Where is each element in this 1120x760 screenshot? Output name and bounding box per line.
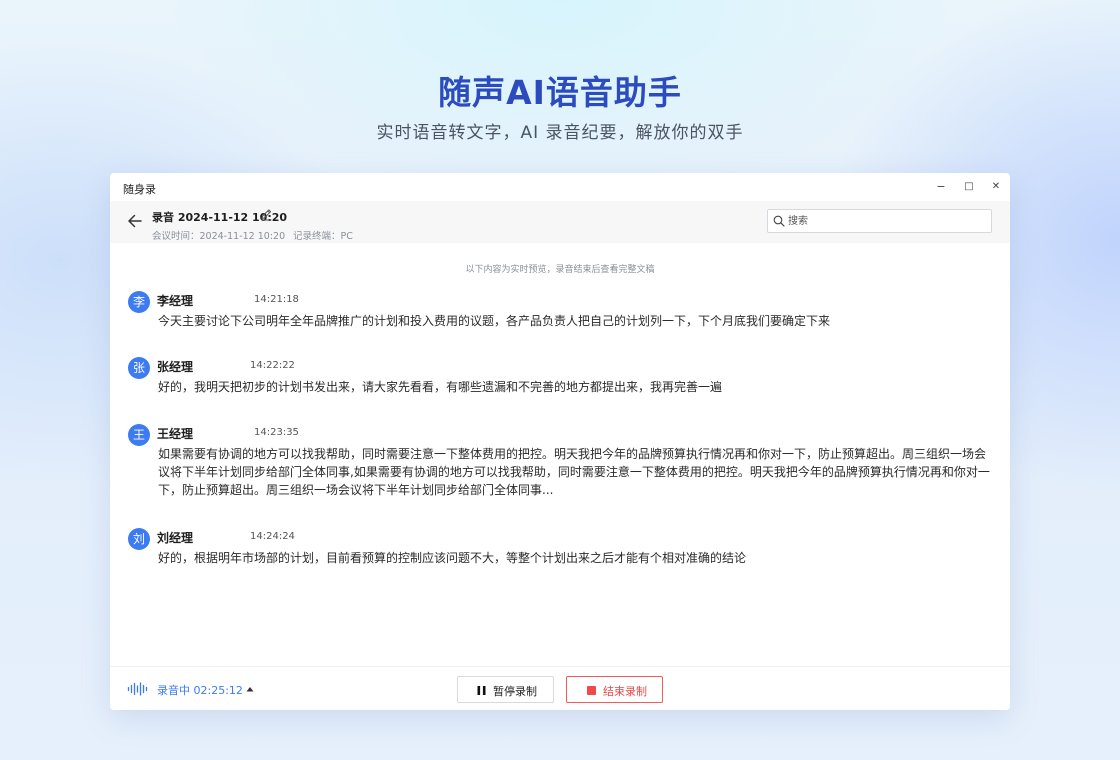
app-name: 随身录 — [123, 183, 156, 196]
transcript-message: 张 张经理 14:22:22 好的，我明天把初步的计划书发出来，请大家先看看，有… — [128, 357, 998, 397]
close-button[interactable]: ✕ — [988, 179, 1004, 195]
pause-recording-button[interactable]: 暂停录制 — [457, 676, 554, 703]
avatar: 李 — [128, 291, 150, 313]
message-text: 如果需要有协调的地方可以找我帮助，同时需要注意一下整体费用的把控。明天我把今年的… — [158, 447, 990, 497]
avatar: 王 — [128, 424, 150, 446]
pause-icon — [477, 686, 486, 695]
message-timestamp: 14:21:18 — [254, 294, 299, 305]
message-timestamp: 14:23:35 — [254, 427, 299, 438]
speaker-name: 刘经理 — [157, 531, 194, 545]
message-timestamp: 14:22:22 — [250, 360, 295, 371]
transcript-message: 李 李经理 14:21:18 今天主要讨论下公司明年全年品牌推广的计划和投入费用… — [128, 291, 998, 331]
message-text: 好的，我明天把初步的计划书发出来，请大家先看看，有哪些遗漏和不完善的地方都提出来… — [158, 380, 723, 394]
recording-device: 记录终端：PC — [293, 231, 353, 242]
transcript-message: 刘 刘经理 14:24:24 好的，根据明年市场部的计划，目前看预算的控制应该问… — [128, 528, 998, 568]
preview-notice: 以下内容为实时预览，录音结束后查看完整文稿 — [465, 265, 655, 275]
title-bar: 随身录 − □ ✕ — [110, 173, 1010, 201]
back-arrow-icon[interactable] — [126, 212, 144, 230]
hero-subtitle: 实时语音转文字，AI 录音纪要，解放你的双手 — [376, 123, 744, 143]
search-icon — [773, 215, 785, 227]
stop-label: 结束录制 — [603, 685, 647, 698]
transcript-message: 王 王经理 14:23:35 如果需要有协调的地方可以找我帮助，同时需要注意一下… — [128, 424, 998, 500]
pause-label: 暂停录制 — [493, 685, 537, 698]
maximize-button[interactable]: □ — [961, 179, 977, 195]
recording-footer: 录音中 02:25:12 暂停录制 结束录制 — [110, 666, 1010, 710]
speaker-name: 张经理 — [157, 360, 194, 374]
search-box[interactable] — [767, 209, 992, 233]
app-window: 随身录 − □ ✕ 录音 2024-11-12 10:20 会议时间：2024-… — [110, 173, 1010, 710]
message-timestamp: 14:24:24 — [250, 531, 295, 542]
recording-status: 录音中 02:25:12 — [157, 684, 243, 697]
message-text: 好的，根据明年市场部的计划，目前看预算的控制应该问题不大，等整个计划出来之后才能… — [158, 551, 747, 565]
stop-icon — [587, 686, 596, 695]
audio-wave-icon — [127, 682, 148, 696]
stop-recording-button[interactable]: 结束录制 — [566, 676, 663, 703]
search-input[interactable] — [788, 212, 986, 230]
meeting-time: 会议时间：2024-11-12 10:20 — [152, 231, 286, 242]
message-text: 今天主要讨论下公司明年全年品牌推广的计划和投入费用的议题，各产品负责人把自己的计… — [158, 314, 831, 328]
minimize-button[interactable]: − — [933, 179, 949, 195]
avatar: 张 — [128, 357, 150, 379]
avatar: 刘 — [128, 528, 150, 550]
recording-header: 录音 2024-11-12 10:20 会议时间：2024-11-12 10:2… — [110, 201, 1010, 243]
speaker-name: 王经理 — [157, 427, 194, 441]
edit-pencil-icon[interactable] — [260, 208, 273, 221]
speaker-name: 李经理 — [157, 294, 194, 308]
hero-title: 随声AI语音助手 — [438, 73, 682, 112]
caret-up-icon[interactable] — [246, 686, 254, 692]
